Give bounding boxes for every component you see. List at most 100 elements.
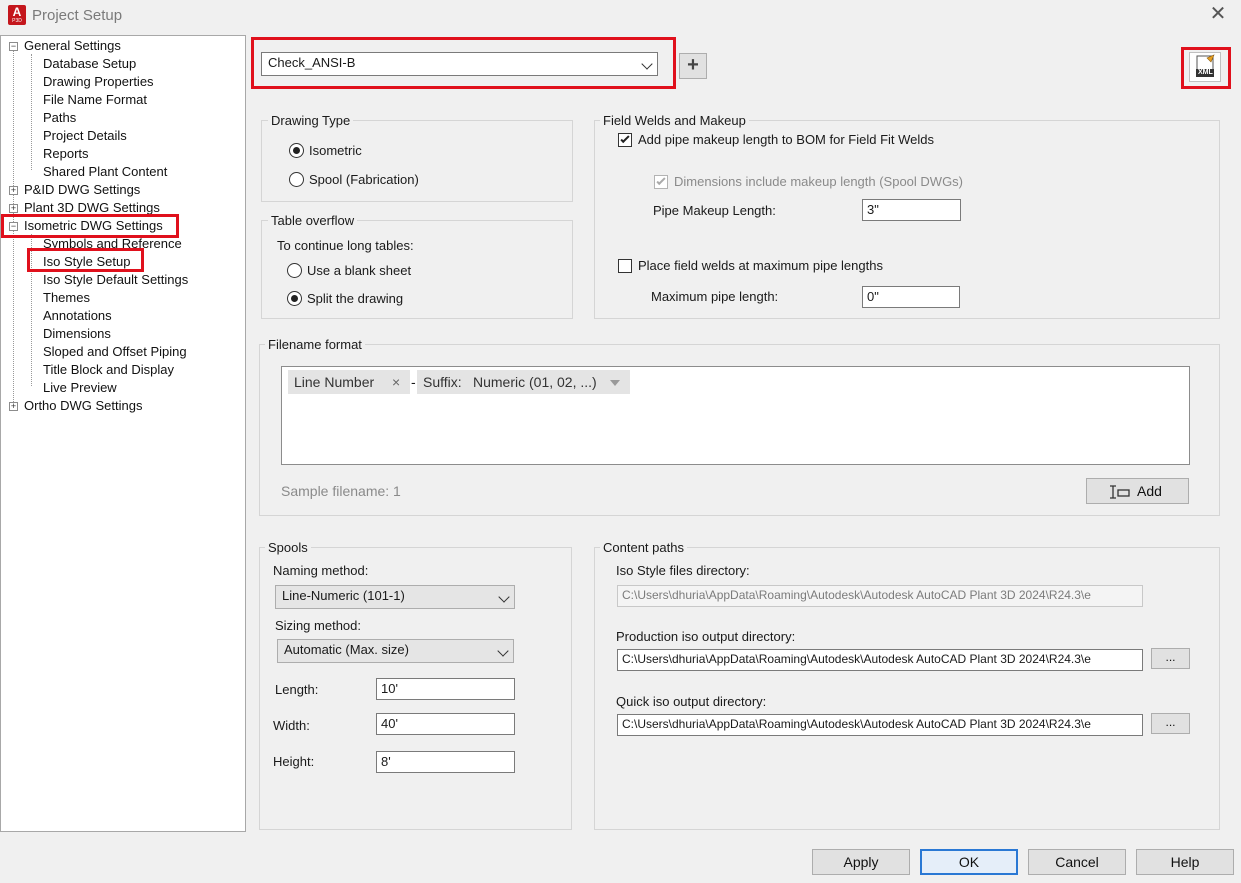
tree-item-database-setup[interactable]: Database Setup	[43, 56, 136, 72]
radio-spool-label: Spool (Fabrication)	[309, 172, 419, 187]
tree-item-paths[interactable]: Paths	[43, 110, 76, 126]
iso-style-select-value: Check_ANSI-B	[268, 55, 356, 70]
tree-item-general-settings[interactable]: General Settings	[24, 38, 121, 54]
xml-edit-button[interactable]: XML	[1189, 52, 1221, 82]
tree-item-file-name-format[interactable]: File Name Format	[43, 92, 147, 108]
radio-isometric-label: Isometric	[309, 143, 362, 158]
chevron-down-icon	[497, 645, 509, 657]
window-title: Project Setup	[32, 7, 123, 24]
table-overflow-prompt: To continue long tables:	[277, 238, 414, 253]
close-icon[interactable]: ✕	[1206, 4, 1230, 26]
spool-width-label: Width:	[273, 718, 310, 733]
tree-connector	[31, 54, 32, 170]
iso-style-select[interactable]: Check_ANSI-B	[261, 52, 658, 76]
chevron-down-icon	[641, 58, 653, 70]
spool-length-input[interactable]: 10'	[376, 678, 515, 700]
table-overflow-title: Table overflow	[268, 213, 358, 228]
highlight-isometric-dwg-settings	[1, 214, 179, 238]
settings-tree[interactable]: − General Settings Database Setup Drawin…	[0, 35, 246, 832]
add-token-label: Add	[1137, 483, 1162, 499]
add-field-icon	[1110, 485, 1130, 499]
chevron-down-icon	[498, 591, 510, 603]
radio-isometric[interactable]	[289, 143, 304, 158]
autocad-plant-app-icon: A P3D	[8, 5, 26, 25]
help-button[interactable]: Help	[1136, 849, 1234, 875]
tree-item-annotations[interactable]: Annotations	[43, 308, 112, 324]
xml-label: XML	[1198, 69, 1213, 76]
max-pipe-length-input[interactable]: 0"	[862, 286, 960, 308]
tree-item-ortho-dwg-settings[interactable]: Ortho DWG Settings	[24, 398, 142, 414]
caret-down-icon	[610, 380, 620, 386]
tree-item-title-block-and-display[interactable]: Title Block and Display	[43, 362, 174, 378]
drawing-type-title: Drawing Type	[268, 113, 354, 128]
dims-include-makeup-label: Dimensions include makeup length (Spool …	[674, 174, 964, 189]
tree-item-drawing-properties[interactable]: Drawing Properties	[43, 74, 154, 90]
tree-expander-plant3d[interactable]: +	[9, 204, 18, 213]
radio-split-drawing-label: Split the drawing	[307, 291, 404, 306]
token-suffix-label: Suffix:	[423, 374, 462, 390]
field-welds-title: Field Welds and Makeup	[600, 113, 749, 128]
filename-format-title: Filename format	[265, 337, 365, 352]
radio-blank-sheet-label: Use a blank sheet	[307, 263, 412, 278]
iso-style-dir-label: Iso Style files directory:	[616, 563, 750, 578]
tree-item-pid-dwg-settings[interactable]: P&ID DWG Settings	[24, 182, 140, 198]
tree-item-shared-plant-content[interactable]: Shared Plant Content	[43, 164, 167, 180]
token-separator: -	[411, 374, 416, 390]
max-pipe-length-label: Maximum pipe length:	[651, 289, 779, 304]
sizing-method-select[interactable]: Automatic (Max. size)	[277, 639, 514, 663]
browse-quick-button[interactable]: ...	[1151, 713, 1190, 734]
quick-dir-label: Quick iso output directory:	[616, 694, 767, 709]
tree-item-iso-style-default-settings[interactable]: Iso Style Default Settings	[43, 272, 188, 288]
token-line-number-label: Line Number	[294, 374, 375, 390]
naming-method-value: Line-Numeric (101-1)	[282, 588, 405, 603]
remove-token-icon[interactable]: ×	[392, 370, 400, 394]
content-paths-title: Content paths	[600, 540, 687, 555]
spool-height-label: Height:	[273, 754, 315, 769]
token-suffix[interactable]: Suffix: Numeric (01, 02, ...)	[417, 370, 630, 394]
checkbox-dims-include-makeup[interactable]	[654, 175, 668, 189]
checkbox-add-makeup-length[interactable]	[618, 133, 632, 147]
spool-width-input[interactable]: 40'	[376, 713, 515, 735]
ok-button[interactable]: OK	[920, 849, 1018, 875]
tree-item-sloped-and-offset-piping[interactable]: Sloped and Offset Piping	[43, 344, 187, 360]
pipe-makeup-length-label: Pipe Makeup Length:	[653, 203, 776, 218]
cancel-button[interactable]: Cancel	[1028, 849, 1126, 875]
spools-title: Spools	[265, 540, 311, 555]
quick-dir-input[interactable]: C:\Users\dhuria\AppData\Roaming\Autodesk…	[617, 714, 1143, 736]
sample-filename: Sample filename: 1	[281, 483, 401, 499]
place-field-welds-label: Place field welds at maximum pipe length…	[638, 258, 883, 273]
production-dir-label: Production iso output directory:	[616, 629, 796, 644]
spool-length-label: Length:	[275, 682, 319, 697]
apply-button[interactable]: Apply	[812, 849, 910, 875]
tree-expander-pid[interactable]: +	[9, 186, 18, 195]
token-line-number[interactable]: Line Number ×	[288, 370, 410, 394]
tree-item-project-details[interactable]: Project Details	[43, 128, 127, 144]
drawing-type-group	[261, 120, 573, 202]
add-token-button[interactable]: Add	[1086, 478, 1189, 504]
radio-split-drawing[interactable]	[287, 291, 302, 306]
sizing-method-label: Sizing method:	[275, 618, 361, 633]
checkbox-place-field-welds[interactable]	[618, 259, 632, 273]
production-dir-input[interactable]: C:\Users\dhuria\AppData\Roaming\Autodesk…	[617, 649, 1143, 671]
tree-item-themes[interactable]: Themes	[43, 290, 90, 306]
sizing-method-value: Automatic (Max. size)	[284, 642, 409, 657]
tree-item-dimensions[interactable]: Dimensions	[43, 326, 111, 342]
naming-method-select[interactable]: Line-Numeric (101-1)	[275, 585, 515, 609]
app-icon-subtext: P3D	[12, 18, 22, 24]
highlight-iso-style-setup	[27, 248, 144, 272]
tree-item-live-preview[interactable]: Live Preview	[43, 380, 117, 396]
tree-expander-ortho[interactable]: +	[9, 402, 18, 411]
radio-use-blank-sheet[interactable]	[287, 263, 302, 278]
pipe-makeup-length-input[interactable]: 3"	[862, 199, 961, 221]
token-suffix-value: Numeric (01, 02, ...)	[473, 374, 597, 390]
title-bar	[0, 0, 1241, 32]
spool-height-input[interactable]: 8'	[376, 751, 515, 773]
add-makeup-length-label: Add pipe makeup length to BOM for Field …	[638, 132, 935, 147]
tree-expander-general[interactable]: −	[9, 42, 18, 51]
tree-item-reports[interactable]: Reports	[43, 146, 89, 162]
browse-production-button[interactable]: ...	[1151, 648, 1190, 669]
radio-spool-fabrication[interactable]	[289, 172, 304, 187]
add-style-button[interactable]: +	[679, 53, 707, 79]
iso-style-dir-input[interactable]: C:\Users\dhuria\AppData\Roaming\Autodesk…	[617, 585, 1143, 607]
app-icon-letter: A	[12, 5, 22, 19]
